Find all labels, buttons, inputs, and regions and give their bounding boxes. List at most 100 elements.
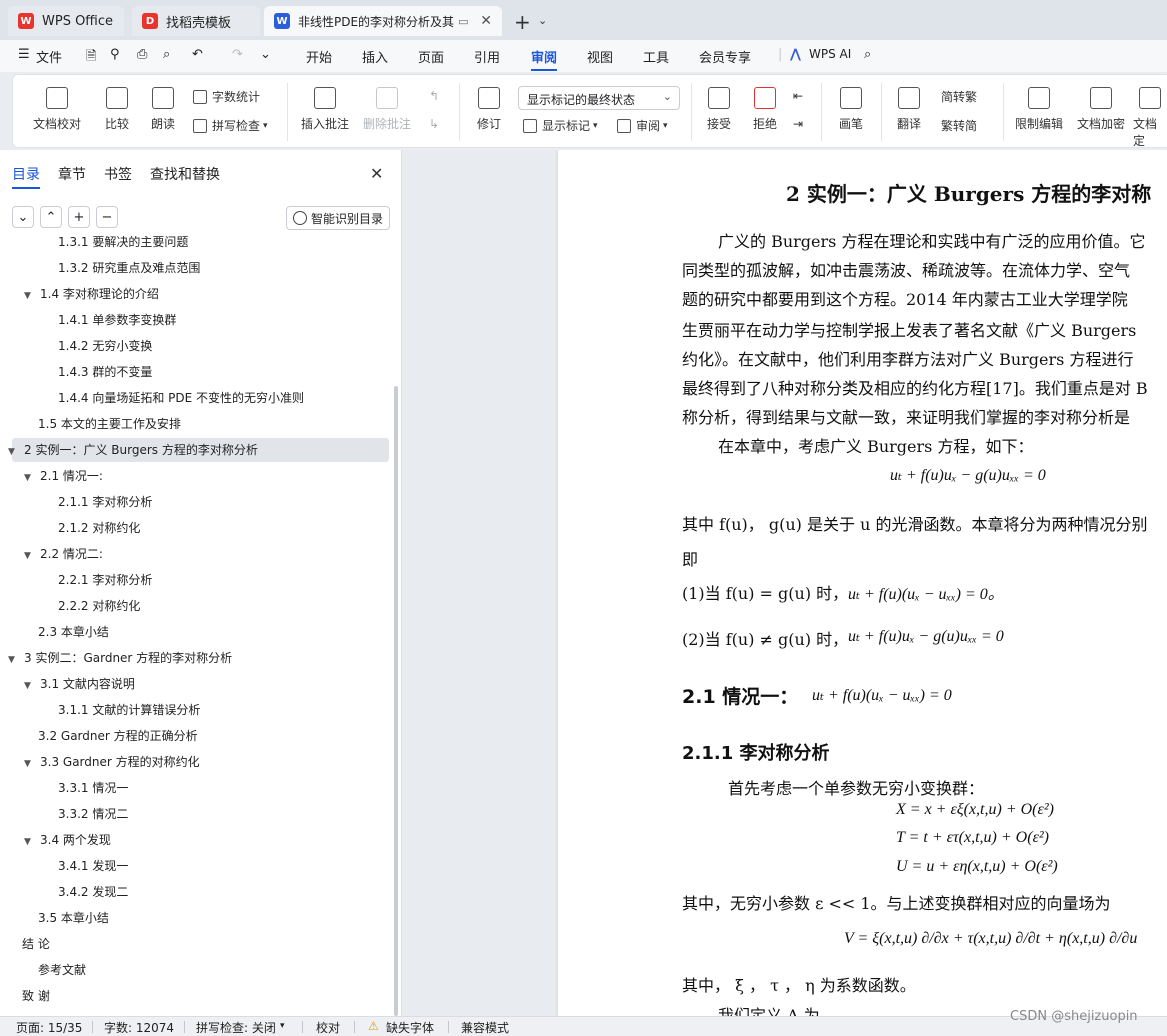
toc-item[interactable]: ▼ 2 实例一：广义 Burgers 方程的李对称分析 (8, 438, 258, 462)
redo-icon[interactable]: ↷ (232, 47, 243, 62)
toc-item[interactable]: 结 论 (22, 932, 50, 956)
toc-item[interactable]: 1.4.1 单参数李变换群 (58, 308, 176, 332)
toc-item[interactable]: ▼ 3 实例二：Gardner 方程的李对称分析 (8, 646, 232, 670)
tab-document[interactable]: W 非线性PDE的李对称分析及其 ▭ ✕ (264, 6, 502, 36)
toc-item[interactable]: 2.3 本章小结 (38, 620, 109, 644)
read-aloud-button[interactable]: 朗读 (147, 87, 179, 132)
add-heading-button[interactable]: + (68, 206, 90, 228)
remove-heading-button[interactable]: − (96, 206, 118, 228)
prev-comment-icon[interactable]: ↰ (429, 89, 439, 103)
translate-button[interactable]: 翻译 (889, 87, 929, 132)
markup-state-select[interactable]: 显示标记的最终状态 ⌄ (518, 86, 680, 110)
toc-item[interactable]: 2.1.1 李对称分析 (58, 490, 152, 514)
missing-font-status[interactable]: 缺失字体 (386, 1019, 434, 1036)
menu-review[interactable]: 审阅 (531, 47, 557, 66)
toc-item[interactable]: ▼ 2.1 情况一: (24, 464, 103, 488)
toc-item[interactable]: ▼ 1.4 李对称理论的介绍 (24, 282, 159, 306)
toc-item[interactable]: ▼ 3.3 Gardner 方程的对称约化 (24, 750, 200, 774)
search-icon[interactable]: ⌕ (864, 47, 871, 62)
menu-wps-ai[interactable]: WPS AI (809, 47, 851, 61)
spell-check-status[interactable]: 拼写检查: 关闭 (196, 1019, 276, 1036)
toc-scrollbar[interactable] (394, 386, 398, 1016)
toc-item[interactable]: 致 谢 (22, 984, 50, 1008)
more-chevron-icon[interactable]: ⌄ (260, 47, 271, 62)
prev-change-icon[interactable]: ⇤ (793, 89, 803, 103)
toc-item[interactable]: 3.4.2 发现二 (58, 880, 128, 904)
nav-tab-toc[interactable]: 目录 (12, 164, 40, 184)
menu-page[interactable]: 页面 (418, 47, 444, 66)
nav-tab-find-replace[interactable]: 查找和替换 (150, 164, 220, 184)
next-comment-icon[interactable]: ↳ (429, 117, 439, 131)
menu-start[interactable]: 开始 (306, 47, 332, 66)
expand-triangle-icon[interactable]: ▼ (24, 544, 34, 568)
tab-wps-office[interactable]: W WPS Office (8, 6, 124, 36)
nav-tab-chapters[interactable]: 章节 (58, 164, 86, 184)
monitor-icon[interactable]: ▭ (458, 15, 468, 28)
undo-icon[interactable]: ↶ (192, 47, 203, 62)
compat-mode-status[interactable]: 兼容模式 (461, 1019, 509, 1036)
toc-item[interactable]: ▼ 3.4 两个发现 (24, 828, 111, 852)
new-tab-icon[interactable]: + (514, 10, 531, 34)
toc-item[interactable]: 2.2.1 李对称分析 (58, 568, 152, 592)
toc-item[interactable]: 3.1.1 文献的计算错误分析 (58, 698, 200, 722)
menu-file[interactable]: 文件 (36, 47, 62, 66)
collapse-up-button[interactable]: ⌃ (40, 206, 62, 228)
delete-comment-button[interactable]: 删除批注 (359, 87, 415, 132)
to-simplified-button[interactable]: 繁转简 (941, 117, 977, 134)
show-markup-button[interactable]: 显示标记 ▾ (523, 117, 598, 134)
page-indicator[interactable]: 页面: 15/35 (16, 1019, 82, 1036)
menu-tools[interactable]: 工具 (643, 47, 669, 66)
link-icon[interactable]: ⚲ (110, 47, 120, 62)
toc-item[interactable]: 2.2.2 对称约化 (58, 594, 140, 618)
review-pane-button[interactable]: 审阅 ▾ (617, 117, 668, 134)
document-page[interactable]: 2 实例一：广义 Burgers 方程的李对称 广义的 Burgers 方程在理… (558, 150, 1167, 1016)
tab-templates[interactable]: D 找稻壳模板 (132, 6, 260, 36)
expand-down-button[interactable]: ⌄ (12, 206, 34, 228)
toc-item[interactable]: 1.4.3 群的不变量 (58, 360, 152, 384)
toc-item[interactable]: 3.2 Gardner 方程的正确分析 (38, 724, 198, 748)
expand-triangle-icon[interactable]: ▼ (24, 466, 34, 490)
toc-item[interactable]: 1.4.4 向量场延拓和 PDE 不变性的无穷小准则 (58, 386, 304, 410)
toc-item[interactable]: 3.3.1 情况一 (58, 776, 128, 800)
insert-comment-button[interactable]: 插入批注 (299, 87, 351, 132)
chevron-down-icon[interactable]: ⌄ (538, 14, 547, 27)
save-icon[interactable]: 🗎 (86, 47, 96, 69)
toc-item[interactable]: ▼ 2.2 情况二: (24, 542, 103, 566)
expand-triangle-icon[interactable]: ▼ (24, 752, 34, 776)
accept-button[interactable]: 接受 (699, 87, 739, 132)
nav-tab-bookmarks[interactable]: 书签 (104, 164, 132, 184)
proofread-status[interactable]: 校对 (316, 1019, 340, 1036)
toc-item[interactable]: 参考文献 (38, 958, 86, 982)
expand-triangle-icon[interactable]: ▼ (24, 674, 34, 698)
word-count[interactable]: 字数: 12074 (104, 1019, 174, 1036)
toc-item[interactable]: ▼ 3.1 文献内容说明 (24, 672, 135, 696)
doc-check-button[interactable]: 文档校对 (29, 87, 85, 132)
menu-icon[interactable]: ☰ (18, 47, 30, 62)
menu-reference[interactable]: 引用 (474, 47, 500, 66)
next-change-icon[interactable]: ⇥ (793, 117, 803, 131)
expand-triangle-icon[interactable]: ▼ (24, 284, 34, 308)
toc-item[interactable]: 1.3.2 研究重点及难点范围 (58, 256, 200, 280)
toc-item[interactable]: 1.4.2 无穷小变换 (58, 334, 152, 358)
expand-triangle-icon[interactable]: ▼ (24, 830, 34, 854)
word-count-button[interactable]: 字数统计 (193, 88, 260, 105)
restrict-edit-button[interactable]: 限制编辑 (1011, 87, 1067, 132)
doc-final-button[interactable]: 文档定 (1133, 87, 1167, 149)
compare-button[interactable]: 比较 (97, 87, 137, 132)
doc-encrypt-button[interactable]: 文档加密 (1073, 87, 1129, 132)
revise-button[interactable]: 修订 (469, 87, 509, 132)
reject-button[interactable]: 拒绝 (745, 87, 785, 132)
toc-item[interactable]: 3.3.2 情况二 (58, 802, 128, 826)
menu-member[interactable]: 会员专享 (699, 47, 751, 66)
spell-check-button[interactable]: 拼写检查 ▾ (193, 117, 268, 134)
to-traditional-button[interactable]: 简转繁 (941, 88, 977, 105)
print-preview-icon[interactable]: ⌕ (163, 47, 170, 62)
pen-button[interactable]: 画笔 (831, 87, 871, 132)
close-tab-icon[interactable]: ✕ (480, 13, 492, 29)
toc-item[interactable]: 1.5 本文的主要工作及安排 (38, 412, 181, 436)
toc-item[interactable]: 3.5 本章小结 (38, 906, 109, 930)
print-icon[interactable]: ⎙ (137, 47, 147, 62)
toc-item[interactable]: 1.3.1 要解决的主要问题 (58, 236, 188, 254)
smart-toc-button[interactable]: 智能识别目录 (286, 206, 390, 230)
menu-view[interactable]: 视图 (587, 47, 613, 66)
